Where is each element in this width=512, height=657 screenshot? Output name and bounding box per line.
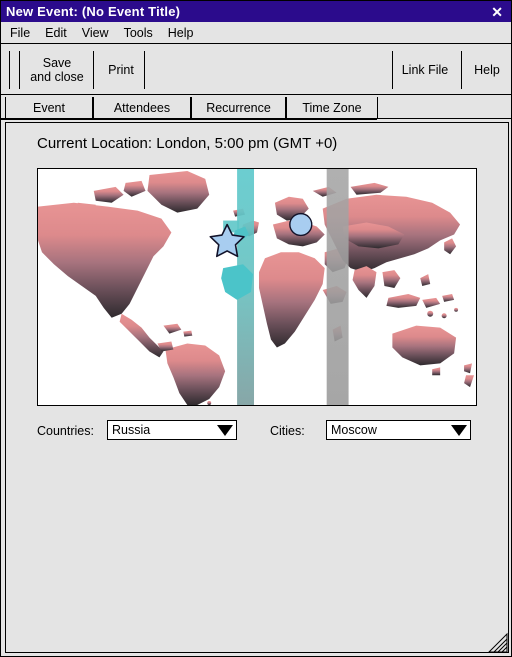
link-file-button[interactable]: Link File <box>396 49 454 91</box>
print-button[interactable]: Print <box>97 49 145 91</box>
window-titlebar: New Event: (No Event Title) ✕ <box>1 1 511 22</box>
tabstrip: Event Attendees Recurrence Time Zone <box>1 96 511 120</box>
cities-label: Cities: <box>270 424 305 438</box>
menu-item-file[interactable]: File <box>10 26 30 40</box>
cities-selected-value: Moscow <box>331 423 377 437</box>
selected-location-marker[interactable] <box>289 212 313 237</box>
chevron-down-icon <box>448 424 470 436</box>
toolbar: Save and close Print Link File Help <box>1 45 511 95</box>
menu-item-help[interactable]: Help <box>168 26 194 40</box>
menubar: File Edit View Tools Help <box>1 22 511 44</box>
resize-grip-icon[interactable] <box>487 632 509 654</box>
tab-time-zone[interactable]: Time Zone <box>286 97 378 118</box>
tab-attendees[interactable]: Attendees <box>93 97 191 118</box>
countries-label: Countries: <box>37 424 94 438</box>
countries-dropdown[interactable]: Russia <box>107 420 237 440</box>
toolbar-separator <box>9 51 10 89</box>
help-button[interactable]: Help <box>465 49 509 91</box>
toolbar-separator <box>19 51 20 89</box>
current-location-heading: Current Location: London, 5:00 pm (GMT +… <box>37 135 338 152</box>
menu-item-view[interactable]: View <box>82 26 109 40</box>
selected-timezone-band <box>326 169 349 405</box>
tab-event[interactable]: Event <box>5 97 93 118</box>
toolbar-separator <box>461 51 462 89</box>
menu-item-tools[interactable]: Tools <box>124 26 153 40</box>
time-zone-panel: Current Location: London, 5:00 pm (GMT +… <box>5 122 509 653</box>
toolbar-separator <box>144 51 145 89</box>
world-map[interactable] <box>37 168 477 406</box>
chevron-down-icon <box>214 424 236 436</box>
tabstrip-underline <box>377 118 511 119</box>
toolbar-separator <box>392 51 393 89</box>
resize-grip-graphic <box>487 632 508 653</box>
cities-dropdown[interactable]: Moscow <box>326 420 471 440</box>
event-window: New Event: (No Event Title) ✕ File Edit … <box>0 0 512 657</box>
location-selectors: Countries: Russia Cities: Moscow <box>6 420 508 442</box>
toolbar-separator <box>93 51 94 89</box>
save-and-close-button[interactable]: Save and close <box>23 49 91 91</box>
countries-selected-value: Russia <box>112 423 151 437</box>
menu-item-edit[interactable]: Edit <box>45 26 67 40</box>
world-map-graphic <box>38 169 476 405</box>
tabstrip-underline <box>1 118 377 120</box>
close-icon[interactable]: ✕ <box>491 5 511 19</box>
tab-recurrence[interactable]: Recurrence <box>191 97 286 118</box>
window-title: New Event: (No Event Title) <box>6 4 181 19</box>
